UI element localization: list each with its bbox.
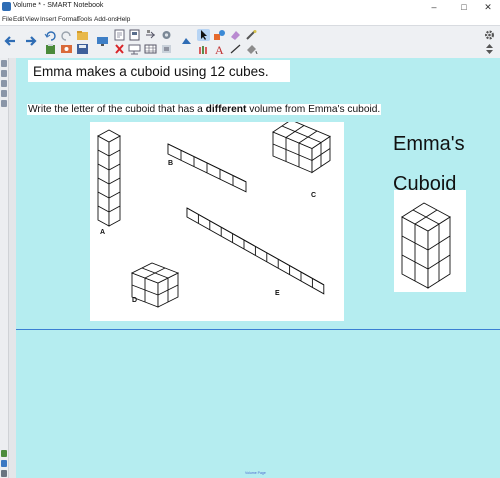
shapes-icon[interactable]	[213, 29, 226, 41]
screen-capture-icon[interactable]	[60, 43, 73, 55]
add-ons-tab[interactable]	[1, 100, 7, 107]
emmas-cuboid-figure	[394, 190, 466, 292]
cuboid-d	[130, 262, 180, 308]
cuboid-c	[272, 119, 331, 174]
fill-icon[interactable]	[245, 43, 258, 55]
redo-icon[interactable]	[60, 29, 73, 41]
cuboids-figure: A B C D E	[90, 119, 344, 321]
cuboid-label-c: C	[311, 192, 316, 199]
undo-icon[interactable]	[44, 29, 57, 41]
properties-tab[interactable]	[1, 90, 7, 97]
menu-file[interactable]: File	[2, 16, 12, 23]
cuboid-label-e: E	[275, 290, 280, 297]
forward-icon[interactable]	[24, 35, 37, 47]
sidebar-gutter	[9, 58, 16, 478]
cuboids-drawing: A B C D E	[97, 119, 331, 308]
menu-tools[interactable]: Tools	[77, 16, 92, 23]
cuboid-a	[97, 129, 121, 227]
page-divider	[16, 329, 500, 330]
magic-pen-icon[interactable]	[245, 29, 258, 41]
svg-text:A: A	[215, 43, 224, 55]
attachments-tab[interactable]	[1, 80, 7, 87]
menu-help[interactable]: Help	[117, 16, 130, 23]
text-icon[interactable]: A	[213, 43, 226, 55]
delete-icon[interactable]	[113, 43, 126, 55]
gallery-tab[interactable]	[1, 70, 7, 77]
page-sorter-tab[interactable]	[1, 60, 7, 67]
cuboid-label-a: A	[100, 229, 105, 236]
sidebar-tool-1[interactable]	[1, 450, 7, 457]
sidebar-tool-3[interactable]	[1, 470, 7, 477]
menu-format[interactable]: Format	[58, 16, 79, 23]
close-button[interactable]: ✕	[478, 1, 498, 13]
insert-page-icon[interactable]	[113, 29, 126, 41]
sidebar-tool-2[interactable]	[1, 460, 7, 467]
toolbar: A	[0, 25, 500, 59]
emmas-cuboid	[401, 202, 451, 289]
back-icon[interactable]	[4, 35, 17, 47]
cuboid-label-b: B	[168, 160, 173, 167]
side-tabs	[0, 58, 9, 478]
save-icon[interactable]	[76, 43, 89, 55]
question-text: Write the letter of the cuboid that has …	[27, 104, 382, 115]
line-icon[interactable]	[229, 43, 242, 55]
cuboid-b	[167, 143, 247, 193]
menu-view[interactable]: View	[25, 16, 39, 23]
menu-edit[interactable]: Edit	[13, 16, 24, 23]
maximize-button[interactable]: □	[454, 1, 474, 13]
emmas-label: Emma's	[393, 133, 465, 155]
properties-icon[interactable]	[160, 43, 173, 55]
add-ons-icon[interactable]	[180, 35, 193, 47]
menu-addons[interactable]: Add-ons	[94, 16, 118, 23]
smart-notebook-icon	[2, 2, 11, 11]
document-camera-icon[interactable]	[160, 29, 173, 41]
eraser-icon[interactable]	[229, 29, 242, 41]
page-footer: Volume Page	[245, 471, 266, 475]
emmas-cuboid-drawing	[401, 202, 451, 289]
display-icon[interactable]	[128, 43, 141, 55]
gear-icon[interactable]	[483, 29, 496, 41]
menu-insert[interactable]: Insert	[40, 16, 56, 23]
rotate-icon[interactable]	[144, 29, 157, 41]
document-icon[interactable]	[128, 29, 141, 41]
select-icon[interactable]	[197, 29, 210, 41]
pen-icon[interactable]	[197, 43, 210, 55]
window-title: Volume * - SMART Notebook	[13, 2, 104, 9]
heading-text: Emma makes a cuboid using 12 cubes.	[33, 64, 269, 79]
cuboid-e	[186, 207, 325, 295]
screen-shade-icon[interactable]	[96, 35, 109, 47]
open-icon[interactable]	[76, 29, 89, 41]
toolbar-scroll-icon[interactable]	[483, 43, 496, 55]
title-bar: Volume * - SMART Notebook – □ ✕	[0, 0, 500, 15]
table-icon[interactable]	[144, 43, 157, 55]
menu-bar: File Edit View Insert Format Tools Add-o…	[0, 15, 500, 25]
cuboid-label-d: D	[132, 297, 137, 304]
minimize-button[interactable]: –	[424, 1, 444, 13]
page-heading: Emma makes a cuboid using 12 cubes.	[28, 60, 290, 82]
paste-icon[interactable]	[44, 43, 57, 55]
